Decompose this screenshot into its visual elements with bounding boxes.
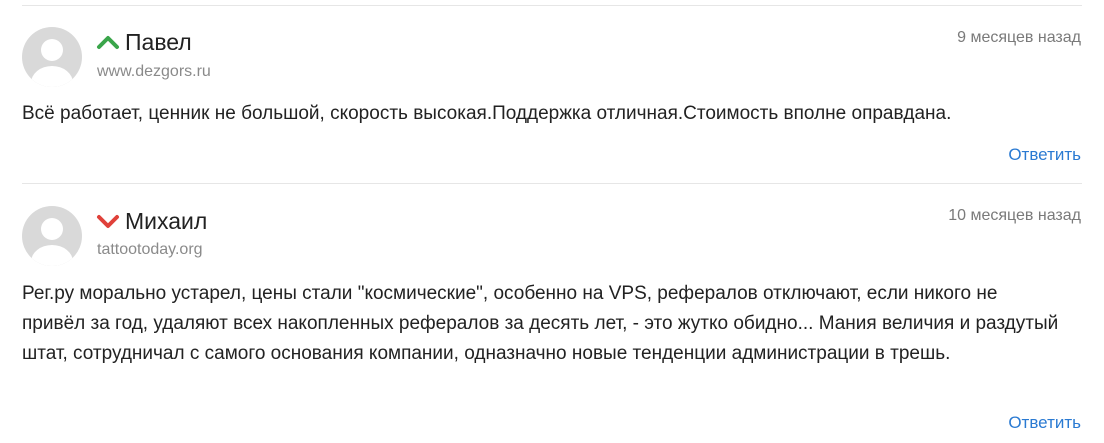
- user-placeholder-icon: [22, 206, 82, 266]
- upvote-arrow-icon: [97, 36, 119, 49]
- comment-text: Всё работает, ценник не большой, скорост…: [22, 103, 952, 124]
- comment: Павел www.dezgors.ru 9 месяцев назад Всё…: [0, 0, 1104, 183]
- comment-text: Рег.ру морально устарел, цены стали "кос…: [22, 283, 1059, 364]
- comment-site: tattootoday.org: [97, 241, 203, 258]
- reply-link[interactable]: Ответить: [1008, 144, 1081, 166]
- comment-site: www.dezgors.ru: [97, 63, 211, 80]
- user-placeholder-icon: [22, 27, 82, 87]
- avatar: [22, 206, 82, 266]
- comment-time: 9 месяцев назад: [957, 29, 1081, 46]
- comment-time: 10 месяцев назад: [948, 207, 1081, 224]
- comment-author: Михаил: [125, 208, 208, 234]
- reply-link[interactable]: Ответить: [1008, 412, 1081, 434]
- comment: Михаил tattootoday.org 10 месяцев назад …: [0, 184, 1104, 443]
- comment-author: Павел: [125, 29, 192, 55]
- downvote-arrow-icon: [97, 215, 119, 228]
- avatar: [22, 27, 82, 87]
